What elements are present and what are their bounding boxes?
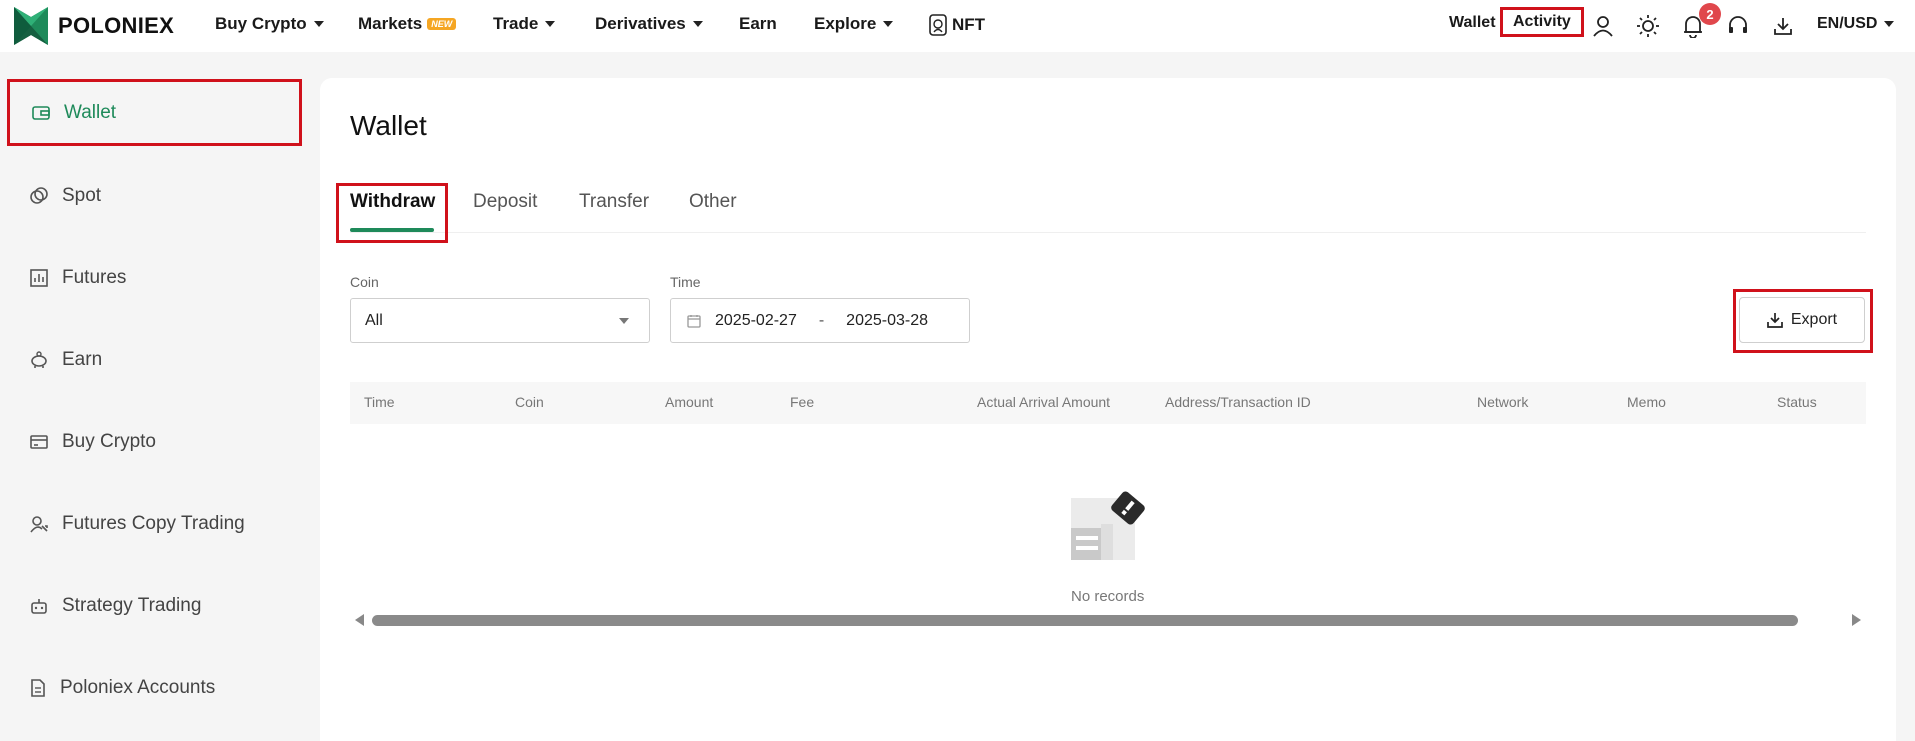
export-button[interactable]: Export — [1739, 297, 1865, 343]
nav-buy-crypto[interactable]: Buy Crypto — [215, 14, 324, 34]
nav-nft[interactable]: NFT — [929, 14, 985, 36]
nav-trade[interactable]: Trade — [493, 14, 556, 34]
chevron-down-icon — [545, 21, 556, 27]
page-title: Wallet — [350, 110, 427, 141]
brand-name: POLONIEX — [58, 13, 175, 38]
tab-divider — [350, 232, 1866, 233]
poloniex-logo[interactable]: POLONIEX — [14, 7, 174, 45]
new-badge: NEW — [427, 18, 457, 30]
column-header-fee: Fee — [790, 394, 815, 410]
date-to[interactable]: 2025-03-28 — [846, 312, 928, 330]
headset-support-icon[interactable] — [1725, 13, 1751, 39]
coin-select-value: All — [365, 311, 383, 329]
scroll-right-arrow[interactable] — [1852, 614, 1861, 626]
top-navigation: POLONIEX Buy Crypto Markets NEW Trade De… — [0, 0, 1915, 52]
sidebar-item-poloniex-accounts[interactable]: Poloniex Accounts — [8, 656, 300, 720]
time-filter-label: Time — [670, 274, 701, 290]
notification-count-badge: 2 — [1699, 3, 1721, 25]
coin-filter-label: Coin — [350, 274, 379, 290]
sidebar-item-label: Poloniex Accounts — [60, 677, 216, 698]
bot-icon — [31, 599, 47, 614]
sidebar-item-label: Strategy Trading — [62, 595, 202, 616]
nav-derivatives-label: Derivatives — [595, 14, 686, 33]
column-header-network: Network — [1477, 394, 1529, 410]
date-separator: - — [818, 311, 825, 329]
tab-other[interactable]: Other — [689, 191, 737, 213]
date-range-picker[interactable]: 2025-02-27 - 2025-03-28 — [670, 298, 970, 343]
tab-transfer[interactable]: Transfer — [579, 191, 649, 213]
locale-label: EN/USD — [1817, 15, 1878, 32]
table-header: Time Coin Amount Fee Actual Arrival Amou… — [350, 382, 1866, 424]
nft-icon — [929, 14, 947, 36]
nav-earn-label: Earn — [739, 14, 777, 33]
document-icon — [31, 679, 45, 697]
theme-sun-icon[interactable] — [1635, 13, 1661, 39]
copy-trading-icon — [30, 516, 48, 533]
column-header-status: Status — [1777, 394, 1817, 410]
sidebar-item-label: Futures — [62, 267, 127, 288]
card-icon — [30, 435, 48, 449]
download-icon — [1767, 313, 1783, 328]
chevron-down-icon — [883, 21, 894, 27]
sidebar-item-label: Spot — [62, 185, 102, 206]
download-icon[interactable] — [1770, 13, 1796, 39]
nav-explore[interactable]: Explore — [814, 14, 894, 34]
chevron-down-icon — [619, 318, 629, 324]
horizontal-scrollbar-thumb[interactable] — [372, 615, 1798, 626]
sidebar-item-label: Wallet — [64, 101, 117, 123]
poloniex-logo-icon — [14, 7, 48, 45]
nav-derivatives[interactable]: Derivatives — [595, 14, 703, 34]
locale-selector[interactable]: EN/USD — [1817, 15, 1895, 33]
nav-earn[interactable]: Earn — [739, 14, 777, 34]
column-header-address-txid: Address/Transaction ID — [1165, 394, 1311, 410]
empty-state-icon — [1071, 491, 1145, 560]
sidebar-item-wallet[interactable]: Wallet — [7, 79, 302, 146]
export-label: Export — [1790, 311, 1838, 328]
nav-nft-label: NFT — [952, 15, 986, 34]
date-from[interactable]: 2025-02-27 — [715, 312, 797, 330]
sidebar-item-label: Earn — [62, 349, 103, 370]
column-header-actual-arrival-amount: Actual Arrival Amount — [977, 394, 1111, 410]
sidebar-item-label: Futures Copy Trading — [62, 513, 245, 534]
calendar-icon — [687, 314, 701, 328]
piggy-bank-icon — [31, 351, 47, 368]
column-header-coin: Coin — [515, 394, 544, 410]
column-header-memo: Memo — [1627, 394, 1666, 410]
nav-markets-label: Markets — [358, 14, 423, 33]
user-icon[interactable] — [1590, 13, 1616, 39]
coin-select[interactable]: All — [350, 298, 650, 343]
chevron-down-icon — [1884, 21, 1895, 27]
nav-activity[interactable]: Activity — [1500, 7, 1584, 37]
spot-icon — [30, 187, 48, 204]
sidebar-item-strategy-trading[interactable]: Strategy Trading — [8, 574, 300, 638]
nav-buy-crypto-label: Buy Crypto — [215, 14, 307, 33]
sidebar-item-spot[interactable]: Spot — [8, 164, 300, 228]
futures-icon — [30, 269, 48, 287]
sidebar-item-futures[interactable]: Futures — [8, 246, 300, 310]
scroll-left-arrow[interactable] — [355, 614, 364, 626]
empty-state-text: No records — [1071, 588, 1145, 605]
chevron-down-icon — [313, 21, 324, 27]
sidebar-item-buy-crypto[interactable]: Buy Crypto — [8, 410, 300, 474]
nav-explore-label: Explore — [814, 14, 877, 33]
sidebar-item-futures-copy-trading[interactable]: Futures Copy Trading — [8, 492, 300, 556]
sidebar-item-earn[interactable]: Earn — [8, 328, 300, 392]
column-header-amount: Amount — [665, 394, 714, 410]
withdraw-tab-highlight — [336, 183, 448, 243]
chevron-down-icon — [692, 21, 703, 27]
tab-deposit[interactable]: Deposit — [473, 191, 537, 213]
sidebar-item-label: Buy Crypto — [62, 431, 156, 452]
wallet-icon — [32, 105, 50, 120]
column-header-time: Time — [364, 394, 395, 410]
nav-trade-label: Trade — [493, 14, 539, 33]
nav-markets[interactable]: Markets NEW — [358, 14, 457, 34]
nav-wallet[interactable]: Wallet — [1449, 14, 1496, 32]
sidebar: Wallet Spot Futures Earn Buy Crypto Futu… — [0, 58, 306, 741]
